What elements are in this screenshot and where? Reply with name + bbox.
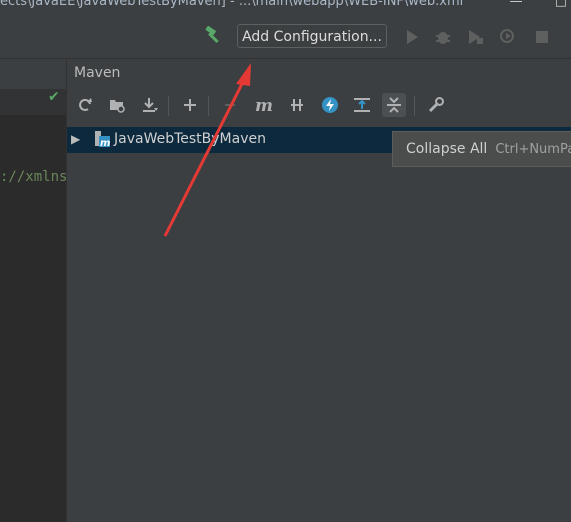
maven-goal-icon[interactable]: m bbox=[253, 93, 277, 117]
add-icon[interactable] bbox=[178, 93, 202, 117]
download-icon[interactable] bbox=[138, 93, 162, 117]
toolbar-separator bbox=[168, 96, 169, 116]
toggle-offline-icon[interactable] bbox=[285, 93, 309, 117]
maven-header: Maven bbox=[67, 59, 571, 87]
run-icon[interactable] bbox=[403, 28, 421, 46]
settings-wrench-icon[interactable] bbox=[424, 93, 448, 117]
editor-area: ✔ ://xmlns bbox=[0, 59, 67, 522]
collapse-all-icon[interactable] bbox=[382, 93, 406, 117]
add-configuration-button[interactable]: Add Configuration... bbox=[237, 24, 387, 48]
show-dependencies-icon[interactable] bbox=[350, 93, 374, 117]
debug-icon[interactable] bbox=[434, 28, 452, 46]
build-hammer-icon[interactable] bbox=[203, 26, 223, 46]
tree-item-label: JavaWebTestByMaven bbox=[114, 131, 266, 147]
window-controls: — □ bbox=[482, 0, 567, 9]
maven-tool-window: Maven m ▶ m JavaWebTestByMaven bbox=[67, 59, 571, 522]
toolbar-separator bbox=[414, 96, 415, 116]
reload-icon[interactable] bbox=[73, 93, 97, 117]
stop-icon[interactable] bbox=[533, 28, 551, 46]
tooltip-shortcut: Ctrl+NumPa bbox=[495, 142, 571, 157]
run-maven-build-icon[interactable] bbox=[218, 93, 242, 117]
maven-title: Maven bbox=[74, 65, 121, 81]
run-with-coverage-icon[interactable] bbox=[466, 28, 484, 46]
maximize-button[interactable]: □ bbox=[555, 0, 567, 9]
profile-icon[interactable] bbox=[499, 28, 517, 46]
expand-arrow-icon[interactable]: ▶ bbox=[71, 132, 80, 146]
editor-tab-strip bbox=[0, 59, 66, 90]
inspection-ok-check-icon: ✔ bbox=[48, 89, 60, 105]
tooltip-label: Collapse All bbox=[406, 141, 488, 157]
minimize-button[interactable]: — bbox=[510, 0, 523, 9]
toolbar-separator bbox=[208, 96, 209, 116]
svg-text:m: m bbox=[100, 138, 110, 148]
generate-sources-icon[interactable] bbox=[105, 93, 129, 117]
window-title: ects\JavaEE\JavaWebTestByMaven] - ...\ma… bbox=[0, 0, 464, 9]
code-text: ://xmlns bbox=[0, 169, 68, 185]
maven-toolbar: m bbox=[67, 89, 571, 121]
collapse-all-tooltip: Collapse All Ctrl+NumPa bbox=[392, 131, 571, 167]
skip-tests-icon[interactable] bbox=[318, 93, 342, 117]
main-toolbar: Add Configuration... bbox=[0, 12, 571, 59]
maven-project-icon: m bbox=[95, 131, 110, 148]
svg-text:m: m bbox=[255, 96, 273, 114]
window-titlebar: ects\JavaEE\JavaWebTestByMaven] - ...\ma… bbox=[0, 0, 571, 12]
